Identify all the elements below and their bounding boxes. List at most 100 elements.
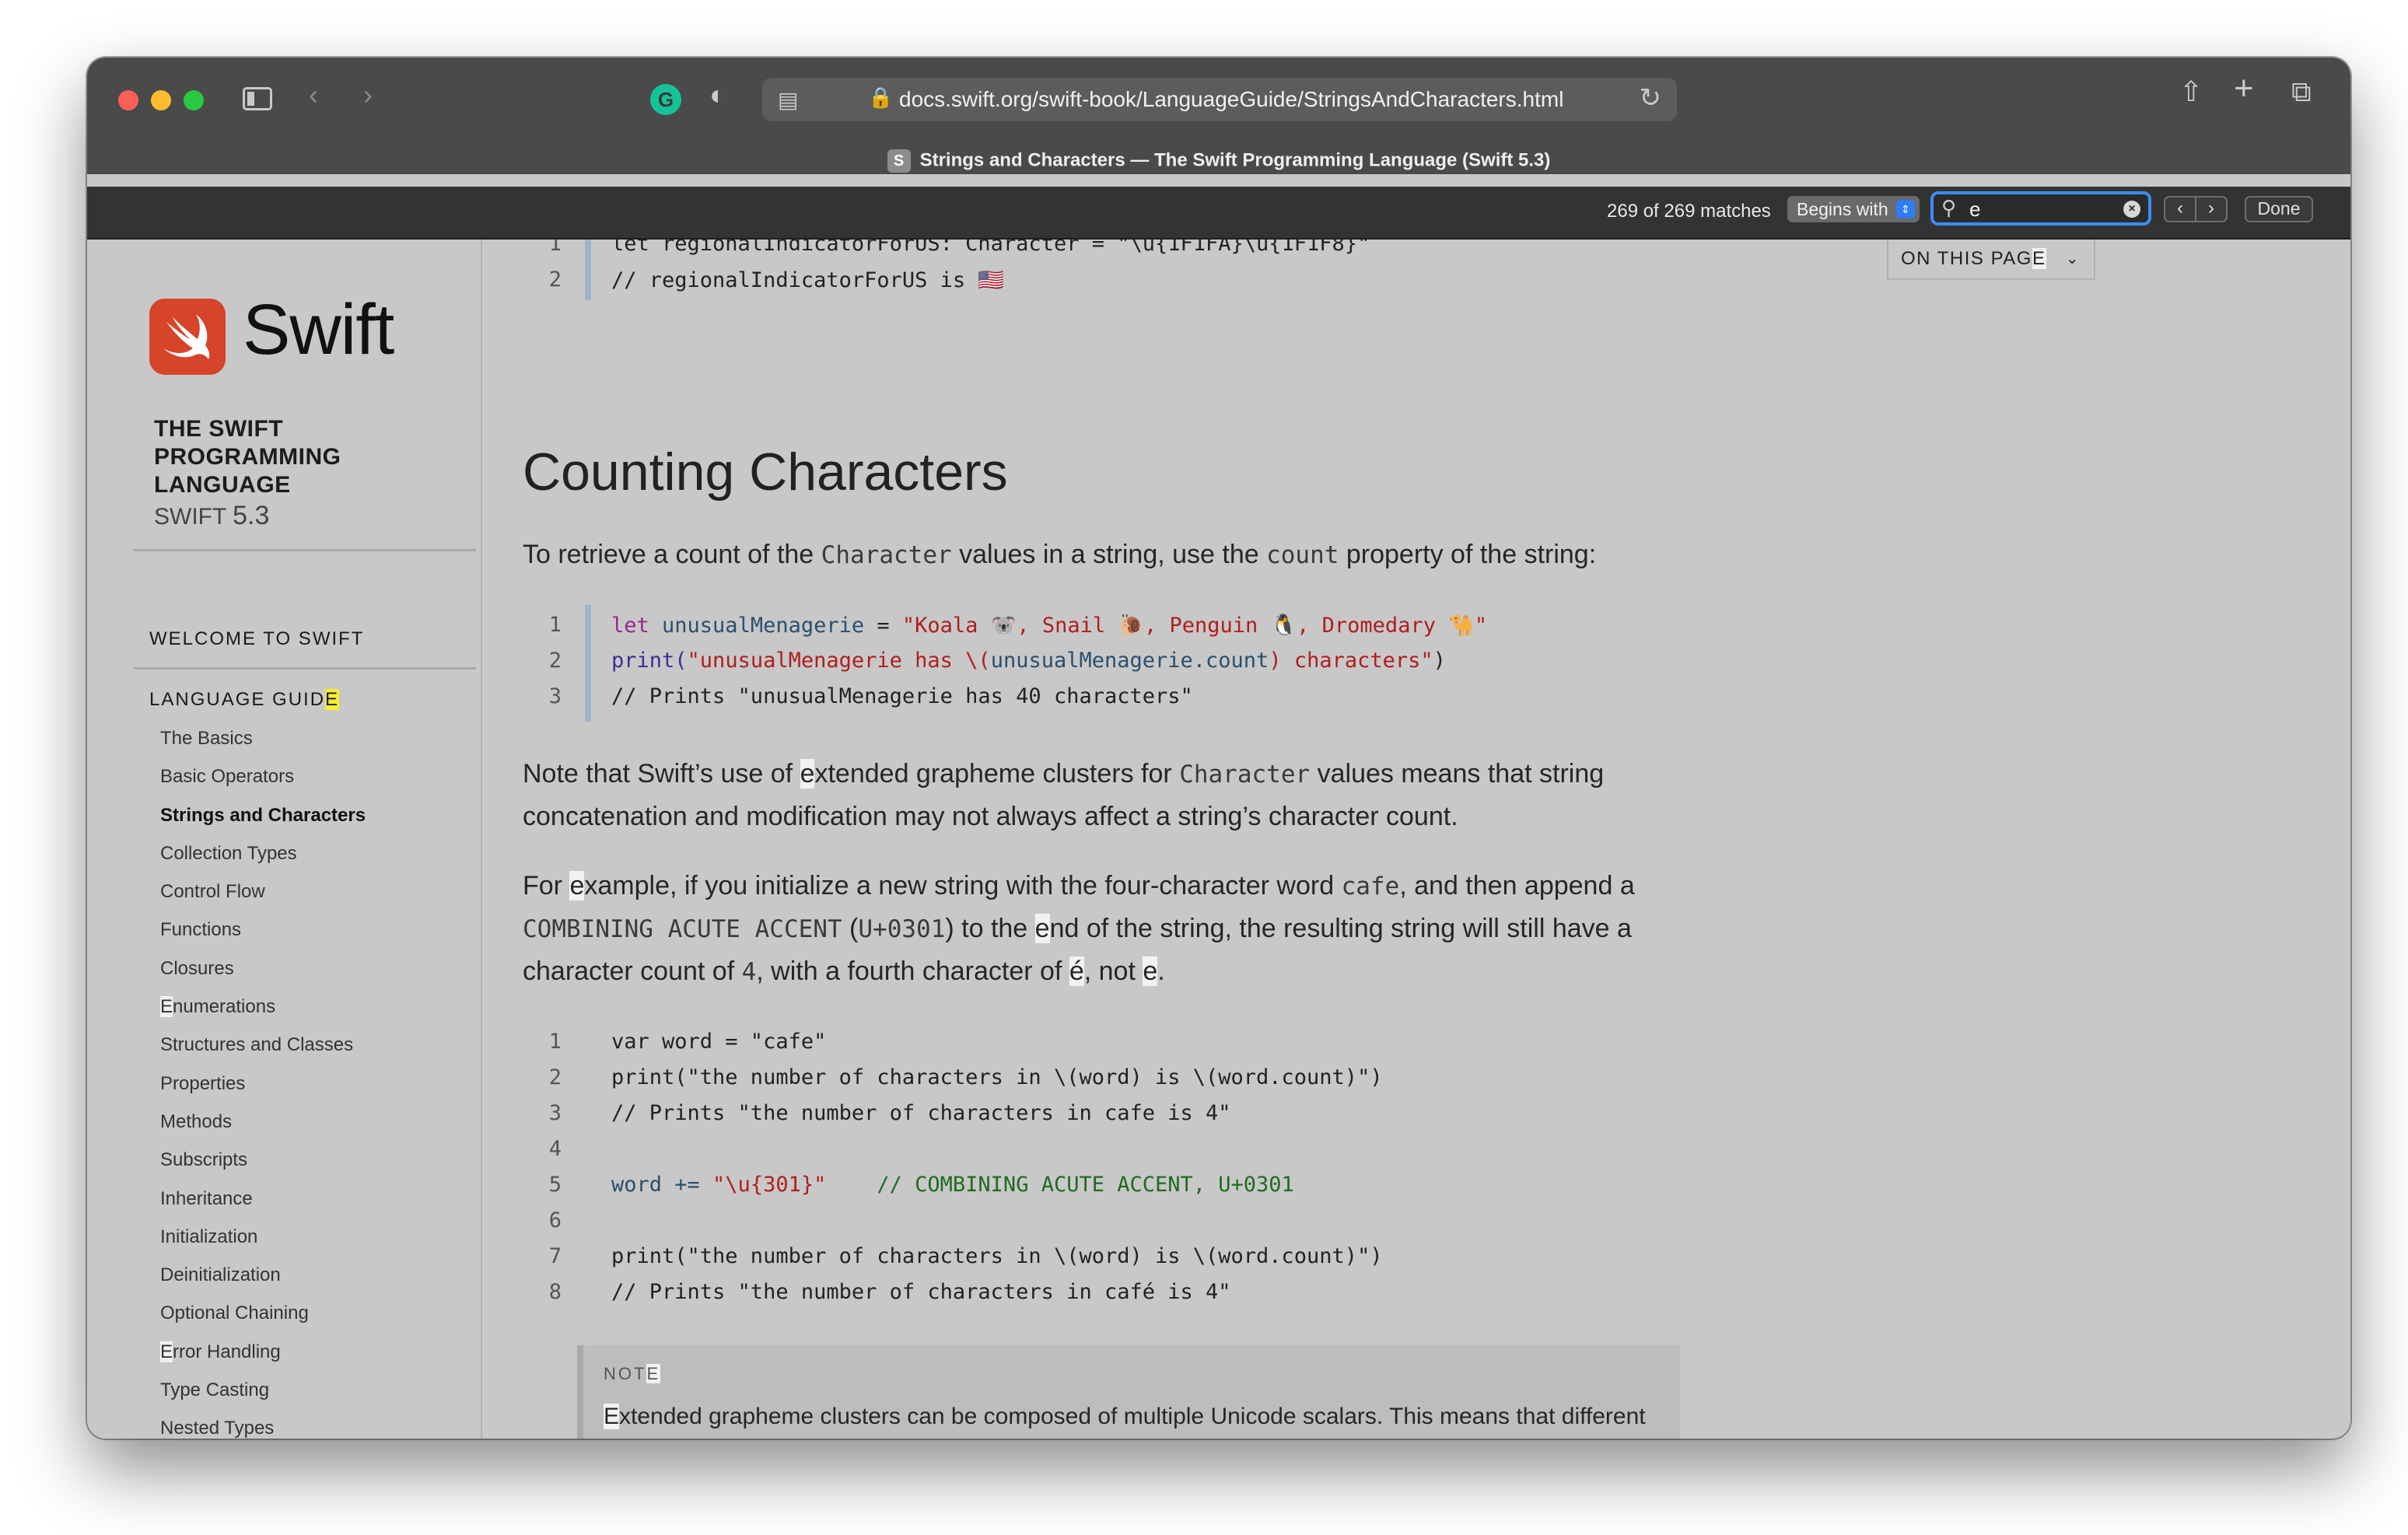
forward-icon[interactable]: › (363, 79, 373, 110)
article: ON THIS PAGE ⌄ 1 2 let regionalIndicator… (523, 240, 2095, 1439)
code-line: print("the number of characters in \(wor… (611, 1244, 1383, 1268)
browser-window: ‹ › G ◐ ▤ 🔒 docs.swift.org/swift-book/La… (87, 58, 2350, 1439)
sidebar-item[interactable]: Basic Operators (160, 766, 366, 804)
line-number: 1 (548, 240, 562, 256)
code-line: word += "\u{301}" // COMBINING ACUTE ACC… (611, 1173, 1294, 1197)
sidebar-item[interactable]: Properties (160, 1073, 366, 1111)
line-number: 3 (548, 684, 562, 708)
match-mode-select[interactable]: Begins with ⇕ (1787, 196, 1920, 222)
select-stepper-icon: ⇕ (1896, 200, 1915, 219)
new-tab-icon[interactable]: + (2234, 72, 2254, 106)
line-number: 4 (548, 1137, 562, 1161)
lock-icon: 🔒 (868, 86, 894, 109)
sidebar-item[interactable]: Nested Types (160, 1418, 366, 1439)
line-number: 2 (548, 267, 562, 292)
sidebar-item[interactable]: Initialization (160, 1226, 366, 1264)
back-icon[interactable]: ‹ (309, 79, 318, 110)
sidebar-item[interactable]: Enumerations (160, 996, 366, 1034)
sidebar-item[interactable]: Error Handling (160, 1341, 366, 1379)
code-line: // Prints "unusualMenagerie has 40 chara… (611, 684, 1193, 708)
on-this-page-dropdown[interactable]: ON THIS PAGE ⌄ (1887, 240, 2095, 280)
sidebar-item[interactable]: Subscripts (160, 1149, 366, 1187)
find-query[interactable]: e (1969, 198, 1980, 222)
privacy-shield-icon[interactable]: ◐ (709, 79, 726, 110)
line-number: 5 (548, 1173, 562, 1197)
line-number: 1 (548, 1030, 562, 1054)
chevron-down-icon: ⌄ (2065, 250, 2080, 267)
sidebar-item[interactable]: Type Casting (160, 1379, 366, 1418)
chapter-list: The Basics Basic Operators Strings and Cha… (160, 728, 366, 1439)
clear-search-icon[interactable]: × (2123, 201, 2140, 218)
tab-overview-icon[interactable]: ⧉ (2291, 76, 2312, 107)
note-label: NOTE (604, 1364, 661, 1383)
sidebar-toggle-icon[interactable] (243, 87, 272, 110)
sidebar-item[interactable]: Collection Types (160, 843, 366, 881)
url-text[interactable]: docs.swift.org/swift-book/LanguageGuide/… (899, 87, 1563, 112)
sidebar-item[interactable]: Strings and Characters (160, 805, 366, 843)
close-window-button[interactable] (118, 90, 138, 110)
divider (134, 667, 476, 670)
reader-icon[interactable]: ▤ (778, 87, 798, 113)
share-icon[interactable]: ⇧ (2179, 76, 2203, 107)
line-number: 1 (548, 613, 562, 637)
book-version: SWIFT 5.3 (154, 501, 270, 530)
sidebar-item[interactable]: Deinitialization (160, 1264, 366, 1302)
find-input[interactable]: ⚲ e × (1930, 191, 2151, 226)
search-icon: ⚲ (1941, 196, 1957, 219)
sidebar-item[interactable]: Closures (160, 958, 366, 996)
find-bar: 269 of 269 matches Begins with ⇕ ⚲ e × ‹… (87, 187, 2350, 240)
intro-paragraph: To retrieve a count of the Character val… (523, 540, 1597, 569)
done-button[interactable]: Done (2245, 196, 2313, 222)
line-number: 2 (548, 1065, 562, 1089)
code-line: print("unusualMenagerie has \(unusualMen… (611, 649, 1446, 673)
sidebar-item[interactable]: Inheritance (160, 1188, 366, 1226)
current-match-highlight: E (325, 689, 340, 710)
match-highlight: e (800, 759, 815, 788)
sidebar-item[interactable]: Functions (160, 919, 366, 957)
code-line: // Prints "the number of characters in c… (611, 1101, 1231, 1125)
sidebar-item[interactable]: The Basics (160, 728, 366, 766)
code-line: let unusualMenagerie = "Koala 🐨, Snail 🐌… (611, 614, 1488, 638)
sidebar-item[interactable]: Methods (160, 1111, 366, 1149)
previous-match-button[interactable]: ‹ (2164, 196, 2196, 222)
code-line: // regionalIndicatorForUS is 🇺🇸 (611, 268, 1005, 292)
minimize-window-button[interactable] (151, 90, 171, 110)
example-paragraph: For example, if you initialize a new str… (523, 871, 1635, 986)
code-line: print("the number of characters in \(wor… (611, 1065, 1383, 1089)
section-heading: Counting Characters (523, 442, 1008, 502)
code-line: let regionalIndicatorForUS: Character = … (611, 240, 1370, 256)
zoom-window-button[interactable] (184, 90, 204, 110)
match-count: 269 of 269 matches (1607, 201, 1771, 222)
address-bar[interactable]: ▤ 🔒 docs.swift.org/swift-book/LanguageGu… (762, 78, 1677, 121)
note-text: Extended grapheme clusters can be compos… (604, 1404, 1646, 1439)
language-guide-link[interactable]: LANGUAGE GUIDE (149, 689, 340, 711)
line-number: 2 (548, 649, 562, 673)
line-number: 6 (548, 1208, 562, 1233)
line-number: 7 (548, 1244, 562, 1268)
sidebar-item[interactable]: Control Flow (160, 881, 366, 919)
match-mode-label: Begins with (1797, 199, 1888, 219)
note-box: NOTE Extended grapheme clusters can be c… (577, 1345, 1680, 1439)
next-match-button[interactable]: › (2195, 196, 2228, 222)
tab-title[interactable]: S Strings and Characters — The Swift Prog… (87, 149, 2350, 173)
browser-toolbar: ‹ › G ◐ ▤ 🔒 docs.swift.org/swift-book/La… (87, 58, 2350, 174)
swift-logo-text[interactable]: Swift (243, 289, 394, 371)
sidebar-item[interactable]: Optional Chaining (160, 1302, 366, 1341)
book-title[interactable]: THE SWIFT PROGRAMMING LANGUAGE (154, 415, 387, 499)
welcome-to-swift-link[interactable]: WELCOME TO SWIFT (149, 628, 364, 650)
line-number: 3 (548, 1101, 562, 1125)
favicon-icon: S (887, 149, 911, 173)
sidebar-nav: Swift THE SWIFT PROGRAMMING LANGUAGE SWI… (87, 240, 482, 1439)
reload-icon[interactable]: ↻ (1640, 82, 1662, 114)
code-line: var word = "cafe" (611, 1030, 827, 1054)
code-bar (585, 240, 591, 300)
note-paragraph: Note that Swift’s use of extended graphe… (523, 759, 1605, 831)
line-number: 8 (548, 1280, 562, 1304)
grammarly-extension-icon[interactable]: G (650, 84, 681, 115)
sidebar-item[interactable]: Structures and Classes (160, 1034, 366, 1072)
tab-title-text: Strings and Characters — The Swift Progr… (919, 149, 1551, 171)
code-line: // Prints "the number of characters in c… (611, 1280, 1231, 1304)
divider (134, 549, 476, 551)
swift-logo-icon[interactable] (149, 299, 226, 375)
code-bar (585, 605, 591, 722)
